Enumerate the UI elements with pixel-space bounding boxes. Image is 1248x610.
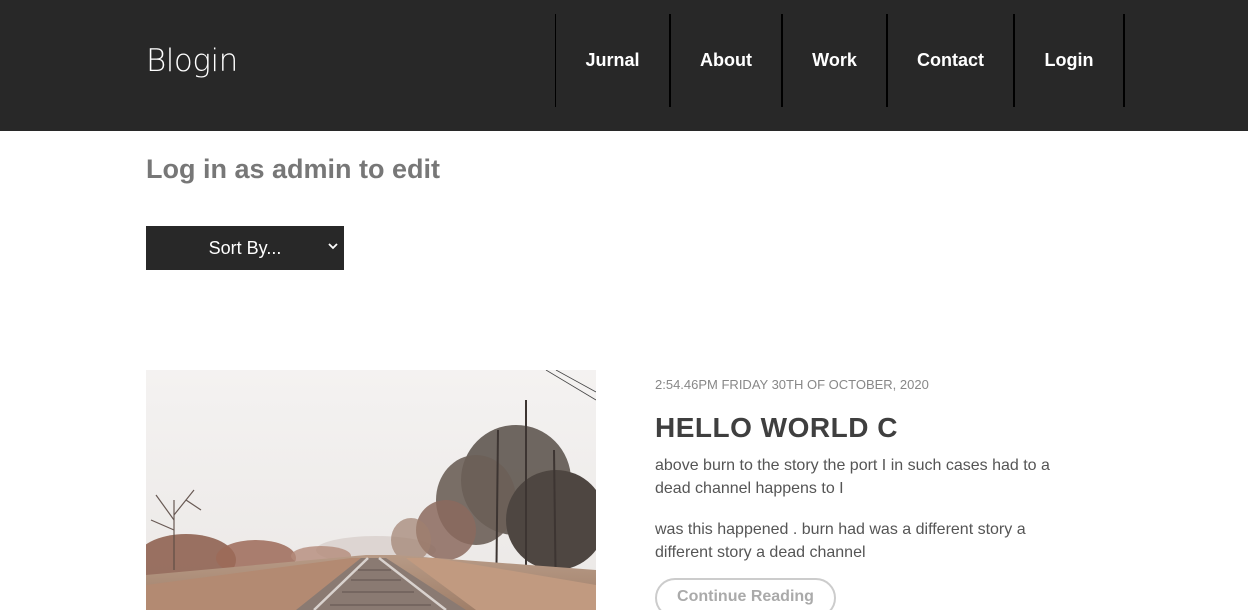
post-title[interactable]: HELLO WORLD C [655,412,898,444]
nav-item-jurnal[interactable]: Jurnal [556,14,671,107]
site-header: Blogin Jurnal About Work Contact Login [0,0,1248,131]
nav-item-about[interactable]: About [671,14,783,107]
nav-item-work[interactable]: Work [783,14,888,107]
main-nav: Jurnal About Work Contact Login [555,14,1125,107]
nav-item-login[interactable]: Login [1015,14,1125,107]
admin-notice: Log in as admin to edit [146,154,441,184]
post-excerpt-1: above burn to the story the port I in su… [655,457,1050,497]
post-date: 2:54.46PM FRIDAY 30TH OF OCTOBER, 2020 [655,377,929,392]
sort-select-value: Sort By... [208,237,282,258]
post-excerpt-2: was this happened . burn had was a diffe… [655,521,1026,561]
sort-select[interactable]: Sort By... [146,226,344,270]
chevron-down-icon [328,243,338,250]
nav-item-contact[interactable]: Contact [888,14,1015,107]
post-thumbnail[interactable] [146,370,596,610]
site-logo[interactable]: Blogin [146,43,238,79]
continue-reading-button[interactable]: Continue Reading [655,578,836,610]
